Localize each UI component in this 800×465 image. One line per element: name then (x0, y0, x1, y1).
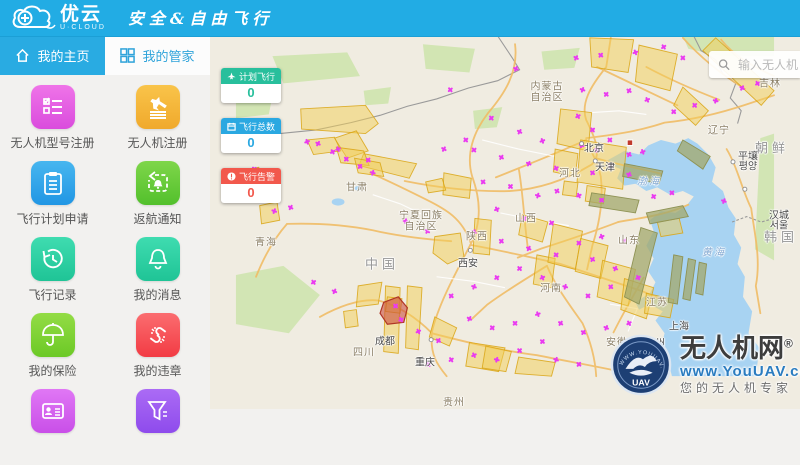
search-icon (718, 58, 730, 71)
watermark-tagline: 您的无人机专家 (680, 382, 800, 395)
map-label: 渤海 (637, 173, 661, 188)
plane-icon (145, 94, 171, 120)
stat-planned-flights[interactable]: 计划飞行 0 (221, 68, 281, 103)
calendar-icon (227, 122, 236, 131)
clipboard-icon (40, 170, 66, 196)
broken-link-icon (145, 322, 171, 348)
tab-my-manager[interactable]: 我的管家 (105, 36, 210, 75)
app-uav-register[interactable]: 无人机注册 (105, 85, 210, 161)
app-filter[interactable] (105, 389, 210, 465)
map-label: 青海 (255, 234, 277, 249)
tab-label: 我的主页 (37, 46, 89, 65)
youuav-watermark: WWW.YOUUAV.COM UAV 无人机网® www.YouUAV.com … (610, 334, 800, 396)
svg-text:UAV: UAV (632, 377, 650, 387)
cloud-logo-icon (10, 3, 56, 33)
map-label: 평양 (739, 158, 757, 173)
stat-label: 计划飞行 (239, 70, 275, 83)
tab-label: 我的管家 (142, 46, 194, 65)
app-header: 优云 U·CLOUD 安全&自由飞行 (0, 0, 800, 37)
app-label: 我的消息 (105, 286, 210, 303)
stat-flight-alerts[interactable]: 飞行告警 0 (221, 168, 281, 203)
flight-stats-panel: 计划飞行 0 飞行总数 0 飞行告警 0 (221, 68, 281, 218)
map-label: 自治区 (405, 218, 438, 233)
app-label: 飞行计划申请 (0, 210, 105, 227)
app-label: 无人机型号注册 (0, 134, 105, 151)
map-label: 北京 (584, 140, 604, 155)
map-label: 韩国 (764, 227, 798, 246)
map-label: 成都 (375, 333, 395, 348)
id-card-icon (40, 398, 66, 424)
alert-icon (227, 172, 236, 181)
map-label: 河北 (559, 165, 581, 180)
bell-icon (145, 246, 171, 272)
map-label: 中国 (365, 254, 399, 273)
map-label: 汉城 (769, 207, 789, 222)
app-my-insurance[interactable]: 我的保险 (0, 313, 105, 389)
header-slogan: 安全&自由飞行 (128, 5, 273, 29)
return-bell-icon (145, 170, 171, 196)
stat-value: 0 (221, 134, 281, 153)
map-label: 西安 (458, 255, 478, 270)
app-my-profile[interactable] (0, 389, 105, 465)
app-label: 无人机注册 (105, 134, 210, 151)
app-uav-model-register[interactable]: 无人机型号注册 (0, 85, 105, 161)
uav-search-box[interactable] (709, 51, 800, 78)
stat-total-flights[interactable]: 飞行总数 0 (221, 118, 281, 153)
map-label: 宁夏回族 (399, 207, 443, 222)
map-label: 江苏 (646, 294, 668, 309)
map-label: 山西 (515, 210, 537, 225)
map-label: 天津 (595, 159, 615, 174)
stat-value: 0 (221, 84, 281, 103)
map-label: 서울 (770, 217, 788, 232)
funnel-icon (145, 398, 171, 424)
youuav-logo: WWW.YOUUAV.COM UAV (610, 334, 672, 396)
map-label: 自治区 (531, 89, 564, 104)
grid-icon (120, 48, 135, 63)
stat-label: 飞行告警 (239, 170, 275, 183)
registered-mark: ® (784, 337, 793, 351)
map-label: 甘肃 (346, 179, 368, 194)
stat-label: 飞行总数 (239, 120, 275, 133)
map-container[interactable]: 中国朝鲜韩国内蒙古自治区宁夏回族自治区吉林辽宁河北北京天津山西山东陕西西安河南甘… (210, 36, 800, 409)
map-label: 山东 (618, 232, 640, 247)
app-my-messages[interactable]: 我的消息 (105, 237, 210, 313)
map-label: 内蒙古 (531, 78, 564, 93)
umbrella-icon (40, 322, 66, 348)
checklist-icon (40, 94, 66, 120)
app-flight-plan-apply[interactable]: 飞行计划申请 (0, 161, 105, 237)
app-label: 我的保险 (0, 362, 105, 379)
sidebar: 我的主页 我的管家 无人机型号注册 (0, 36, 210, 409)
app-my-violations[interactable]: 我的违章 (105, 313, 210, 389)
history-icon (40, 246, 66, 272)
brand-name: 优云 (60, 5, 106, 24)
app-return-notice[interactable]: 返航通知 (105, 161, 210, 237)
map-label: 平壤 (738, 148, 758, 163)
map-label: 陕西 (466, 228, 488, 243)
app-flight-records[interactable]: 飞行记录 (0, 237, 105, 313)
sidebar-tabs: 我的主页 我的管家 (0, 36, 210, 75)
watermark-title: 无人机网® (680, 335, 800, 362)
watermark-url: www.YouUAV.com (680, 364, 800, 380)
map-label: 贵州 (443, 394, 465, 409)
brand-subname: U·CLOUD (60, 24, 106, 31)
app-label: 返航通知 (105, 210, 210, 227)
plane-icon (227, 72, 236, 81)
stat-value: 0 (221, 184, 281, 203)
map-label: 河南 (540, 280, 562, 295)
sidebar-app-grid: 无人机型号注册 无人机注册 飞行计划申请 返航通知 (0, 75, 210, 465)
map-label: 辽宁 (708, 122, 730, 137)
search-input[interactable] (736, 57, 800, 73)
map-label: 上海 (669, 318, 689, 333)
app-label: 飞行记录 (0, 286, 105, 303)
tab-my-home[interactable]: 我的主页 (0, 36, 105, 75)
map-label: 四川 (353, 344, 375, 359)
map-label: 重庆 (415, 354, 435, 369)
home-icon (15, 48, 30, 63)
map-label: 朝鲜 (755, 138, 789, 157)
app-label: 我的违章 (105, 362, 210, 379)
map-label: 黄海 (702, 244, 726, 259)
brand-logo: 优云 U·CLOUD (10, 3, 106, 33)
